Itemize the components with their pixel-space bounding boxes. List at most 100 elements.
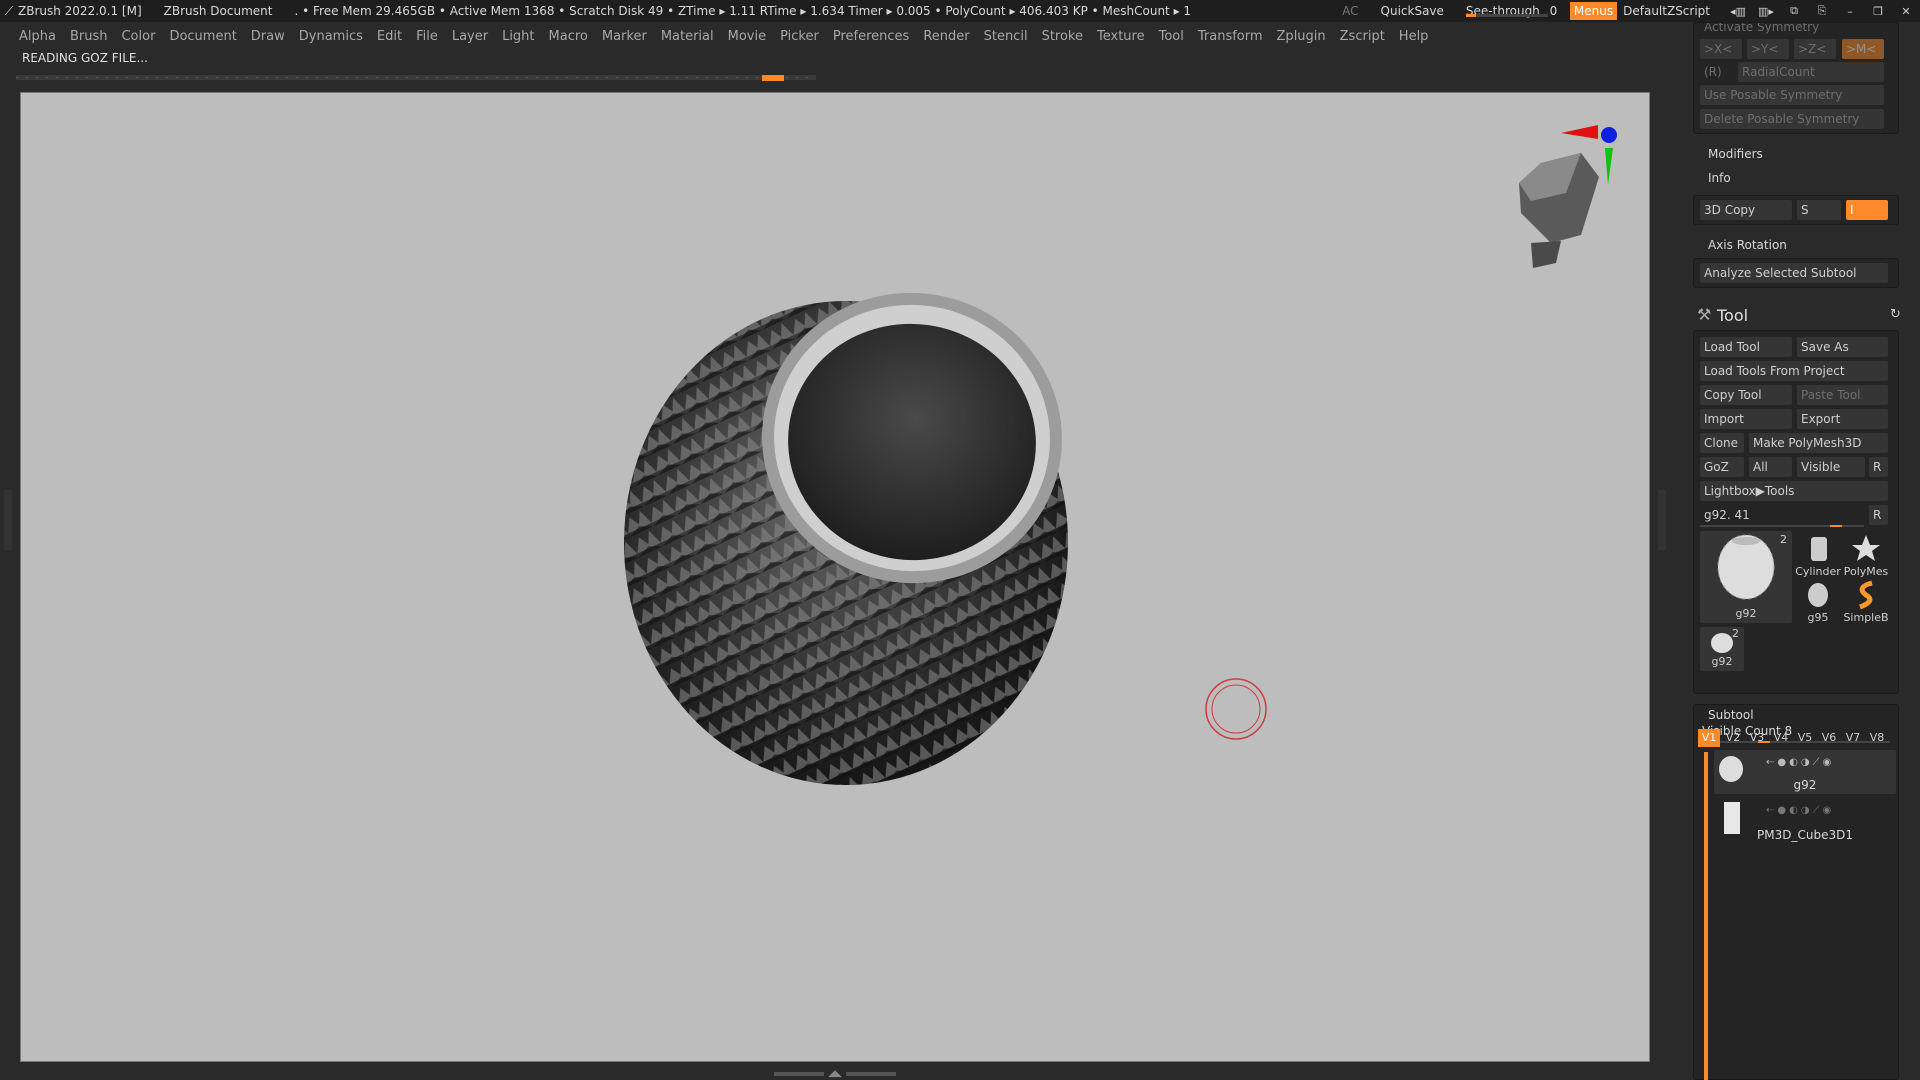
menu-tool[interactable]: Tool <box>1159 29 1184 44</box>
menu-preferences[interactable]: Preferences <box>833 29 909 44</box>
goz-r-button[interactable]: R <box>1869 457 1888 477</box>
radial-count-slider[interactable]: RadialCount <box>1738 62 1884 82</box>
menu-stencil[interactable]: Stencil <box>984 29 1028 44</box>
make-polymesh3d-button[interactable]: Make PolyMesh3D <box>1749 433 1888 453</box>
symmetry-z-button[interactable]: >Z< <box>1794 39 1836 59</box>
subtool-tab-v4[interactable]: V4 <box>1770 729 1792 747</box>
menu-marker[interactable]: Marker <box>602 29 647 44</box>
load-tool-button[interactable]: Load Tool <box>1700 337 1792 357</box>
current-tool-r-button[interactable]: R <box>1869 505 1888 525</box>
left-tray-handle[interactable] <box>4 490 12 550</box>
menu-light[interactable]: Light <box>502 29 534 44</box>
menu-edit[interactable]: Edit <box>377 29 402 44</box>
lightbox-tools-button[interactable]: Lightbox▶Tools <box>1700 481 1888 501</box>
menu-document[interactable]: Document <box>169 29 236 44</box>
tool-thumb-g92-small[interactable]: g92 2 <box>1700 627 1744 671</box>
thumb-label: g92 <box>1735 607 1757 620</box>
menu-zplugin[interactable]: Zplugin <box>1277 29 1326 44</box>
tool-thumb-simplebrush[interactable]: SimpleB <box>1842 579 1890 625</box>
copy3d-button[interactable]: 3D Copy <box>1700 200 1792 220</box>
subtool-tab-v5[interactable]: V5 <box>1794 729 1816 747</box>
tool-palette-header[interactable]: ⚒ Tool ↻ <box>1690 302 1920 330</box>
i-toggle[interactable]: I <box>1846 200 1888 220</box>
copy-tool-button[interactable]: Copy Tool <box>1700 385 1792 405</box>
subtool-tab-v7[interactable]: V7 <box>1842 729 1864 747</box>
subtool-tab-v8[interactable]: V8 <box>1866 729 1888 747</box>
modifiers-header[interactable]: Modifiers <box>1708 147 1763 161</box>
ac-toggle[interactable]: AC <box>1342 4 1358 18</box>
menu-transform[interactable]: Transform <box>1198 29 1263 44</box>
menu-render[interactable]: Render <box>923 29 969 44</box>
minimize-icon[interactable]: – <box>1836 5 1864 18</box>
menu-picker[interactable]: Picker <box>780 29 819 44</box>
current-tool-slider[interactable]: g92. 41 <box>1700 505 1864 525</box>
export-button[interactable]: Export <box>1797 409 1888 429</box>
delete-posable-symmetry-button[interactable]: Delete Posable Symmetry <box>1700 109 1884 129</box>
layout-next-icon[interactable]: ▥▸ <box>1752 5 1780 18</box>
viewport-canvas[interactable] <box>20 92 1650 1062</box>
s-toggle[interactable]: S <box>1797 200 1841 220</box>
goz-all-button[interactable]: All <box>1749 457 1792 477</box>
maximize-icon[interactable]: ❐ <box>1864 5 1892 18</box>
analyze-selected-subtool-button[interactable]: Analyze Selected Subtool <box>1700 263 1888 283</box>
menu-draw[interactable]: Draw <box>251 29 285 44</box>
subtool-scrollbar[interactable] <box>1704 752 1708 1080</box>
menu-dynamics[interactable]: Dynamics <box>299 29 363 44</box>
menu-layer[interactable]: Layer <box>452 29 488 44</box>
see-through-slider[interactable]: See-through 0 <box>1465 4 1558 18</box>
menus-toggle[interactable]: Menus <box>1569 2 1618 20</box>
close-icon[interactable]: ✕ <box>1892 5 1920 18</box>
use-posable-symmetry-button[interactable]: Use Posable Symmetry <box>1700 85 1884 105</box>
clone-button[interactable]: Clone <box>1700 433 1744 453</box>
menu-material[interactable]: Material <box>661 29 714 44</box>
goz-visible-button[interactable]: Visible <box>1797 457 1865 477</box>
subtool-tab-v3[interactable]: V3 <box>1746 729 1768 747</box>
subtool-controls-icon[interactable]: ⇠●◐◑⟋◉ <box>1766 757 1834 768</box>
right-tray-handle[interactable] <box>1658 490 1666 550</box>
import-button[interactable]: Import <box>1700 409 1792 429</box>
menu-zscript[interactable]: Zscript <box>1340 29 1385 44</box>
info-header[interactable]: Info <box>1708 171 1731 185</box>
menu-file[interactable]: File <box>416 29 438 44</box>
subtool-header[interactable]: Subtool <box>1708 708 1754 722</box>
subtool-name: PM3D_Cube3D1 <box>1757 828 1853 842</box>
default-zscript-button[interactable]: DefaultZScript <box>1623 4 1710 18</box>
menu-color[interactable]: Color <box>121 29 155 44</box>
tool-thumb-cylinder[interactable]: Cylinder <box>1795 531 1841 578</box>
subtool-tab-v2[interactable]: V2 <box>1722 729 1744 747</box>
menu-movie[interactable]: Movie <box>728 29 766 44</box>
menu-macro[interactable]: Macro <box>549 29 588 44</box>
subtool-item[interactable]: ⇠●◐◑⟋◉ PM3D_Cube3D1 <box>1714 798 1896 842</box>
bottom-tray-handle[interactable]: ◢◣ <box>770 1069 900 1079</box>
menu-stroke[interactable]: Stroke <box>1042 29 1083 44</box>
g95-thumbnail-icon <box>1808 583 1828 607</box>
refresh-icon[interactable]: ↻ <box>1890 307 1901 322</box>
menu-brush[interactable]: Brush <box>70 29 108 44</box>
tool-thumb-g95[interactable]: g95 <box>1795 579 1841 625</box>
symmetry-m-button[interactable]: >M< <box>1842 39 1884 59</box>
subtool-tab-v6[interactable]: V6 <box>1818 729 1840 747</box>
activate-symmetry-button[interactable]: Activate Symmetry <box>1700 23 1890 37</box>
tool-thumb-g92-main[interactable]: g92 2 <box>1700 531 1792 623</box>
quicksave-button[interactable]: QuickSave <box>1381 4 1444 18</box>
symmetry-y-button[interactable]: >Y< <box>1747 39 1789 59</box>
load-tools-from-project-button[interactable]: Load Tools From Project <box>1700 361 1888 381</box>
menu-texture[interactable]: Texture <box>1097 29 1145 44</box>
subtool-tab-v1[interactable]: V1 <box>1698 729 1720 747</box>
symmetry-x-button[interactable]: >X< <box>1700 39 1742 59</box>
save-as-button[interactable]: Save As <box>1797 337 1888 357</box>
ui-swap-icon[interactable]: ⧉ <box>1780 4 1808 18</box>
ui-layout-icon[interactable]: ⎘ <box>1808 4 1836 18</box>
menu-alpha[interactable]: Alpha <box>19 29 56 44</box>
tool-thumb-polymesh[interactable]: PolyMes <box>1842 531 1890 578</box>
menu-help[interactable]: Help <box>1399 29 1429 44</box>
analyze-row: Analyze Selected Subtool <box>1693 258 1899 288</box>
viewport-render <box>624 125 1617 785</box>
subtool-item[interactable]: ⇠●◐◑⟋◉ g92 <box>1714 750 1896 794</box>
subtool-controls-icon[interactable]: ⇠●◐◑⟋◉ <box>1766 805 1834 816</box>
paste-tool-button[interactable]: Paste Tool <box>1797 385 1888 405</box>
thumb-label: g92 <box>1711 655 1733 668</box>
axis-rotation-header[interactable]: Axis Rotation <box>1708 238 1787 252</box>
goz-button[interactable]: GoZ <box>1700 457 1744 477</box>
layout-prev-icon[interactable]: ◂▥ <box>1724 5 1752 18</box>
